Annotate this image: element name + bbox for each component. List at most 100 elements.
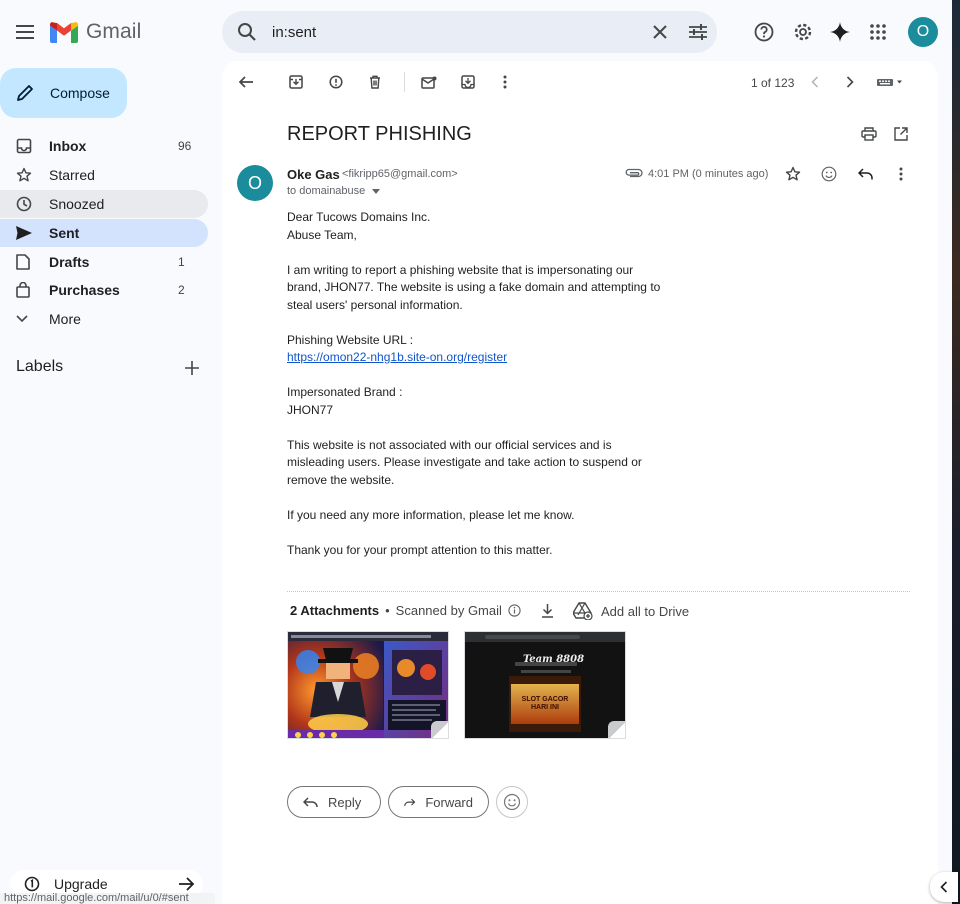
- more-actions-button[interactable]: [491, 68, 519, 96]
- arrow-left-icon: [239, 76, 253, 88]
- draft-icon: [0, 254, 49, 270]
- sidebar-item-inbox[interactable]: Inbox 96: [0, 132, 208, 160]
- upgrade-info-icon: [24, 876, 40, 892]
- shopping-bag-icon: [0, 282, 49, 298]
- open-new-window-button[interactable]: [890, 123, 912, 145]
- chevron-left-icon: [811, 76, 819, 88]
- info-icon[interactable]: [508, 604, 521, 617]
- compose-label: Compose: [50, 85, 110, 101]
- body-greeting: Dear Tucows Domains Inc. Abuse Team,: [287, 209, 667, 244]
- emoji-reaction-button[interactable]: [496, 786, 528, 818]
- caret-down-icon: [369, 188, 381, 194]
- sidebar-item-starred[interactable]: Starred: [0, 161, 208, 189]
- newer-button[interactable]: [801, 68, 829, 96]
- forward-button[interactable]: Forward: [388, 786, 489, 818]
- delete-button[interactable]: [361, 68, 389, 96]
- gmail-logo[interactable]: Gmail: [50, 19, 141, 45]
- body-line: steal users' personal information.: [287, 297, 463, 312]
- move-to-button[interactable]: [454, 68, 482, 96]
- older-button[interactable]: [836, 68, 864, 96]
- add-reaction-button[interactable]: [818, 163, 840, 185]
- recipient-details[interactable]: to domainabuse: [287, 185, 381, 197]
- keyboard-icon: [877, 79, 902, 86]
- message-timestamp: 4:01 PM (0 minutes ago): [648, 168, 769, 180]
- attachment-thumbnail-1[interactable]: [287, 631, 449, 739]
- archive-icon: [289, 75, 303, 89]
- star-button[interactable]: [782, 163, 804, 185]
- drive-label: Add all to Drive: [601, 603, 690, 619]
- email-subject: REPORT PHISHING: [287, 123, 472, 145]
- search-icon[interactable]: [222, 11, 272, 53]
- sidebar-item-sent[interactable]: Sent: [0, 219, 208, 247]
- mark-unread-button[interactable]: [415, 68, 443, 96]
- scanned-label: Scanned by Gmail: [395, 603, 502, 618]
- support-button[interactable]: [748, 16, 780, 48]
- account-avatar[interactable]: O: [908, 17, 938, 47]
- reply-label: Reply: [328, 794, 362, 810]
- sidebar-item-label: Snoozed: [49, 196, 105, 212]
- body-signoff: Thank you for your prompt attention to t…: [287, 542, 553, 557]
- spam-icon: [329, 75, 343, 89]
- sidebar-item-snoozed[interactable]: Snoozed: [0, 190, 208, 218]
- sender-name[interactable]: Oke Gas: [287, 167, 340, 182]
- body-brand-section: Impersonated Brand : JHON77: [287, 384, 667, 419]
- gemini-button[interactable]: [824, 16, 856, 48]
- bullet-separator: •: [385, 603, 390, 618]
- create-label-button[interactable]: [180, 356, 204, 380]
- print-button[interactable]: [858, 123, 880, 145]
- compose-button[interactable]: Compose: [0, 68, 127, 118]
- sidebar-item-more[interactable]: More: [0, 305, 208, 333]
- side-panel-toggle[interactable]: [930, 872, 958, 902]
- thumbnail-banner: SLOT GACOR HARI INI: [521, 696, 569, 711]
- main-menu-button[interactable]: [10, 18, 40, 46]
- body-line: Dear Tucows Domains Inc.: [287, 210, 431, 224]
- sender-avatar[interactable]: O: [237, 165, 273, 201]
- report-spam-button[interactable]: [322, 68, 350, 96]
- sidebar-item-purchases[interactable]: Purchases 2: [0, 276, 208, 304]
- chevron-right-icon: [846, 76, 854, 88]
- sidebar-item-label: More: [49, 311, 81, 327]
- attachments-count: 2 Attachments: [290, 603, 380, 618]
- apps-grid-icon: [870, 24, 886, 40]
- emoji-icon: [503, 793, 521, 811]
- message-more-button[interactable]: [890, 163, 912, 185]
- arrow-right-icon: [179, 877, 203, 891]
- download-all-icon[interactable]: [541, 603, 554, 618]
- reply-button[interactable]: Reply: [287, 786, 381, 818]
- reply-icon: [857, 168, 873, 180]
- search-bar[interactable]: in:sent: [222, 11, 717, 53]
- forward-label: Forward: [425, 794, 473, 810]
- sidebar-item-label: Sent: [49, 225, 80, 241]
- page-curl-icon: [608, 721, 625, 738]
- clear-search-icon[interactable]: [641, 11, 679, 53]
- open-in-new-icon: [894, 127, 908, 141]
- email-body: Dear Tucows Domains Inc. Abuse Team, I am…: [287, 209, 667, 577]
- send-icon: [0, 226, 49, 240]
- archive-button[interactable]: [282, 68, 310, 96]
- search-options-icon[interactable]: [679, 11, 717, 53]
- reply-button-header[interactable]: [854, 163, 876, 185]
- apps-button[interactable]: [862, 16, 894, 48]
- kebab-menu-icon: [503, 75, 507, 89]
- drive-add-icon: [573, 602, 593, 620]
- add-all-to-drive-button[interactable]: Add all to Drive: [573, 602, 689, 620]
- move-to-inbox-icon: [461, 75, 475, 89]
- input-tools-button[interactable]: [872, 68, 908, 96]
- attachment-thumbnail-2[interactable]: Team 8808 SLOT GACOR HARI INI: [464, 631, 626, 739]
- toolbar-divider: [404, 72, 405, 92]
- body-paragraph: This website is not associated with our …: [287, 437, 667, 490]
- body-line: misleading users. Please investigate and…: [287, 455, 642, 469]
- search-input[interactable]: in:sent: [272, 24, 641, 41]
- phishing-url-link[interactable]: https://omon22-nhg1b.site-on.org/registe…: [287, 350, 507, 364]
- gmail-m-icon: [50, 21, 78, 43]
- attachment-preview-image: [465, 632, 625, 738]
- sidebar-item-label: Drafts: [49, 254, 90, 270]
- body-line: Impersonated Brand :: [287, 385, 403, 399]
- chevron-down-icon: [0, 315, 49, 323]
- back-button[interactable]: [232, 68, 260, 96]
- menu-icon: [16, 25, 34, 39]
- settings-button[interactable]: [787, 16, 819, 48]
- trash-icon: [370, 75, 380, 89]
- sidebar-item-label: Starred: [49, 167, 95, 183]
- sidebar-item-drafts[interactable]: Drafts 1: [0, 248, 208, 276]
